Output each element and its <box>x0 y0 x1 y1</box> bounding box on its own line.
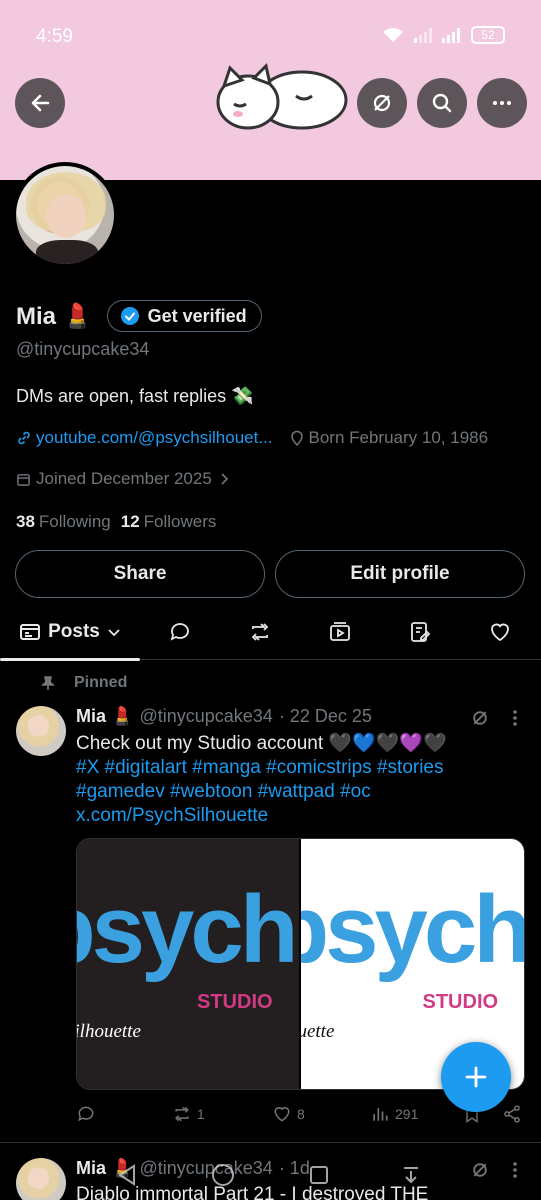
tweet-hashtags[interactable]: #gamedev #webtoon #wattpad #oc <box>76 780 516 804</box>
media-signature: silhouette <box>77 1021 141 1042</box>
heart-icon <box>274 1107 290 1122</box>
arrow-left-icon <box>31 94 50 112</box>
profile-link[interactable]: youtube.com/@psychsilhouet... <box>16 428 273 448</box>
profile-joined[interactable]: Joined December 2025 <box>16 469 231 489</box>
location-pin-icon <box>290 430 303 446</box>
tweet-date: · 22 Dec 25 <box>278 706 372 726</box>
tweet-header: Mia 💄 @tinycupcake34 · 22 Dec 25 <box>76 706 372 727</box>
nav-home-button[interactable] <box>208 1160 238 1190</box>
compose-post-button[interactable] <box>441 1042 511 1112</box>
tab-reposts[interactable] <box>232 604 288 660</box>
pinned-indicator: Pinned <box>40 674 127 692</box>
tweet-link[interactable]: x.com/PsychSilhouette <box>76 804 516 828</box>
profile-avatar[interactable] <box>12 162 118 268</box>
nav-back-button[interactable] <box>112 1160 142 1190</box>
nav-recents-button[interactable] <box>304 1160 334 1190</box>
profile-name-row: Mia 💄 Get verified <box>16 300 262 332</box>
signal-icon <box>442 28 460 43</box>
tweet-hashtags[interactable]: #X #digitalart #manga #comicstrips #stor… <box>76 756 516 780</box>
replies-icon <box>170 623 189 641</box>
chevron-right-icon <box>221 473 228 485</box>
grok-tweet-icon[interactable] <box>470 708 490 728</box>
signal-weak-icon <box>414 28 432 43</box>
status-bar: 4:59 52 <box>0 18 541 54</box>
tab-active-indicator <box>0 658 140 661</box>
square-recents-icon <box>310 1166 328 1184</box>
views-button[interactable]: 291 <box>370 1104 418 1124</box>
tweet-text-line: Check out my Studio account 🖤💙🖤💜🖤 <box>76 733 447 754</box>
link-icon <box>18 431 30 445</box>
system-nav-bar <box>0 1150 541 1200</box>
calendar-icon <box>17 473 30 486</box>
profile-born: Born February 10, 1986 <box>289 428 488 448</box>
repost-icon <box>175 1106 189 1122</box>
views-icon <box>373 1108 388 1121</box>
likes-icon <box>491 623 509 642</box>
pin-icon <box>41 676 55 690</box>
plus-icon <box>465 1066 487 1088</box>
avatar-photo <box>16 166 114 264</box>
verified-badge-icon <box>120 307 139 325</box>
tweet-body: Check out my Studio account 🖤💙🖤💜🖤 #X #di… <box>76 732 516 828</box>
profile-bio: DMs are open, fast replies 💸 <box>16 386 254 406</box>
articles-icon <box>411 622 431 642</box>
repost-button[interactable]: 1 <box>172 1104 205 1124</box>
media-word: psych <box>77 876 298 983</box>
media-image-left[interactable]: psych STUDIO silhouette <box>77 839 301 1089</box>
search-icon <box>432 93 452 113</box>
tab-replies[interactable] <box>152 604 208 660</box>
reposts-icon <box>251 623 269 641</box>
media-studio-label: STUDIO <box>422 991 499 1013</box>
media-studio-label: STUDIO <box>197 991 273 1013</box>
more-vertical-icon[interactable] <box>508 708 522 728</box>
media-icon <box>330 622 350 641</box>
arrow-down-icon <box>404 1167 418 1184</box>
profile-name: Mia 💄 <box>16 302 93 330</box>
tweet-author-name[interactable]: Mia 💄 <box>76 706 133 727</box>
like-button[interactable]: 8 <box>272 1104 305 1124</box>
triangle-back-icon <box>118 1164 135 1186</box>
more-horizontal-icon <box>493 101 511 105</box>
tab-likes[interactable] <box>472 604 528 660</box>
profile-tabs: Posts <box>0 604 541 661</box>
posts-icon <box>20 624 41 640</box>
share-tweet-button[interactable] <box>502 1104 522 1124</box>
followers-link[interactable]: 12 Followers <box>121 512 217 532</box>
reply-button[interactable] <box>76 1104 101 1124</box>
following-link[interactable]: 38 Following <box>16 512 111 532</box>
tab-media[interactable] <box>312 604 368 660</box>
more-button[interactable] <box>477 78 527 128</box>
nav-hide-button[interactable] <box>396 1160 426 1190</box>
tweet-author-handle[interactable]: @tinycupcake34 <box>139 706 272 727</box>
tweet-divider <box>0 1142 541 1143</box>
edit-profile-button[interactable]: Edit profile <box>275 550 525 598</box>
chevron-down-icon <box>108 629 120 637</box>
media-word: psych <box>301 876 525 983</box>
slash-circle-icon <box>373 94 391 112</box>
profile-meta: youtube.com/@psychsilhouet... Born Febru… <box>16 428 488 448</box>
share-icon <box>504 1105 520 1123</box>
search-button[interactable] <box>417 78 467 128</box>
status-time: 4:59 <box>36 26 73 47</box>
tweet-avatar[interactable] <box>16 706 66 756</box>
circle-home-icon <box>212 1164 234 1186</box>
wifi-icon <box>383 28 403 42</box>
status-icons: 52 <box>381 26 505 44</box>
grok-button[interactable] <box>357 78 407 128</box>
profile-handle: @tinycupcake34 <box>16 339 150 359</box>
get-verified-button[interactable]: Get verified <box>106 300 262 332</box>
back-button[interactable] <box>15 78 65 128</box>
battery-indicator: 52 <box>471 26 505 44</box>
media-signature: silhouette <box>300 1021 335 1042</box>
reply-icon <box>78 1106 94 1122</box>
tab-posts[interactable]: Posts <box>0 604 140 661</box>
pixel-cat-icon <box>216 63 348 130</box>
share-button[interactable]: Share <box>15 550 265 598</box>
tab-articles[interactable] <box>392 604 448 660</box>
follow-counts: 38 Following 12 Followers <box>16 512 216 532</box>
